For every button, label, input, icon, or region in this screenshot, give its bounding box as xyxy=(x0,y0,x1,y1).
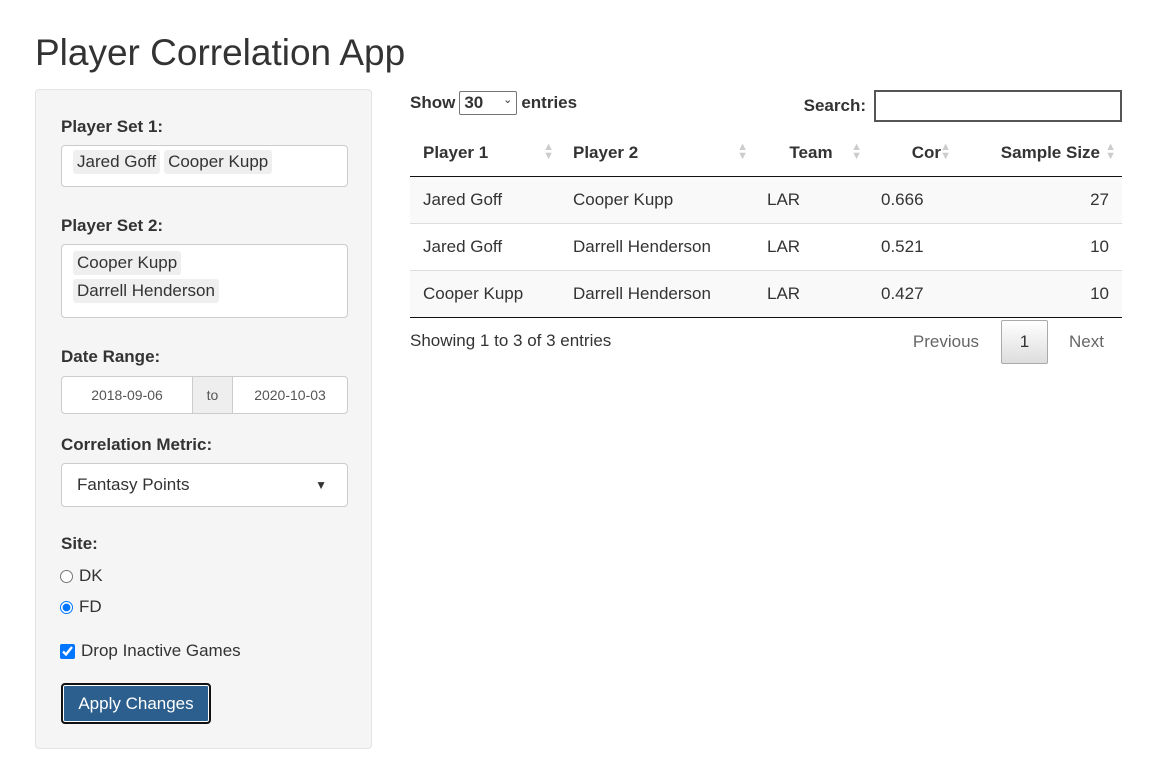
cell-team: LAR xyxy=(754,223,868,271)
search-control: Search: xyxy=(804,90,1122,122)
cell-cor: 0.521 xyxy=(868,223,973,271)
player-set-1-input[interactable]: Jared Goff Cooper Kupp xyxy=(61,145,348,187)
end-date-input[interactable]: 2020-10-03 xyxy=(233,377,347,413)
fd-label: FD xyxy=(79,597,102,616)
pagination: Previous 1 Next xyxy=(913,320,1122,364)
site-option-dk[interactable]: DK xyxy=(60,566,103,586)
cell-sample-size: 10 xyxy=(973,223,1122,271)
sort-icon: ▲ ▼ xyxy=(737,141,748,162)
selected-player[interactable]: Cooper Kupp xyxy=(73,251,182,275)
chevron-down-icon: ⌄ xyxy=(503,94,513,106)
cell-cor: 0.666 xyxy=(868,176,973,224)
player-set-2-input[interactable]: Cooper Kupp Darrell Henderson xyxy=(61,244,348,318)
site-option-fd[interactable]: FD xyxy=(60,597,102,617)
sort-icon: ▲ ▼ xyxy=(1105,141,1116,162)
metric-value: Fantasy Points xyxy=(77,475,190,494)
metric-select[interactable]: Fantasy Points ▼ xyxy=(61,463,348,507)
sidebar-panel: Player Set 1: Jared Goff Cooper Kupp Play… xyxy=(35,89,372,749)
selected-player[interactable]: Jared Goff xyxy=(73,150,161,174)
sort-icon: ▲ ▼ xyxy=(543,141,554,162)
fd-radio[interactable] xyxy=(60,600,73,614)
previous-button[interactable]: Previous xyxy=(913,332,1001,352)
dk-label: DK xyxy=(79,566,103,585)
search-input[interactable] xyxy=(874,90,1122,122)
site-label: Site: xyxy=(61,534,98,553)
cell-player-1: Cooper Kupp xyxy=(410,270,560,318)
cell-team: LAR xyxy=(754,176,868,224)
dk-radio[interactable] xyxy=(60,569,73,583)
cell-player-2: Darrell Henderson xyxy=(560,223,754,271)
show-label: Show xyxy=(410,93,456,112)
player-set-1-label: Player Set 1: xyxy=(61,117,164,136)
drop-inactive-checkbox[interactable] xyxy=(60,643,75,659)
table-info: Showing 1 to 3 of 3 entries xyxy=(410,331,612,350)
cell-cor: 0.427 xyxy=(868,270,973,318)
entries-value: 30 xyxy=(464,93,484,112)
selected-player[interactable]: Darrell Henderson xyxy=(73,279,219,303)
column-header-player-2[interactable]: Player 2 ▲ ▼ xyxy=(560,130,754,177)
metric-label: Correlation Metric: xyxy=(61,435,213,454)
correlation-table: Player 1 ▲ ▼ Player 2 ▲ ▼ Team ▲ ▼ Cor ▲ ▼ Sampl… xyxy=(410,130,1122,318)
cell-player-1: Jared Goff xyxy=(410,223,560,271)
column-header-player-1[interactable]: Player 1 ▲ ▼ xyxy=(410,130,560,177)
entries-label: entries xyxy=(521,93,578,112)
search-label: Search: xyxy=(803,96,866,115)
cell-player-2: Darrell Henderson xyxy=(560,270,754,318)
sort-icon: ▲ ▼ xyxy=(940,141,951,162)
selected-player[interactable]: Cooper Kupp xyxy=(164,150,273,174)
drop-inactive-option[interactable]: Drop Inactive Games xyxy=(60,641,241,661)
date-range-input: 2018-09-06 to 2020-10-03 xyxy=(61,376,348,414)
next-button[interactable]: Next xyxy=(1048,332,1122,352)
start-date-input[interactable]: 2018-09-06 xyxy=(62,377,192,413)
caret-down-icon: ▼ xyxy=(315,478,327,492)
table-row: Jared Goff Cooper Kupp LAR 0.666 27 xyxy=(410,176,1122,224)
cell-team: LAR xyxy=(754,270,868,318)
entries-select[interactable]: 30 ⌄ xyxy=(459,91,518,115)
date-range-label: Date Range: xyxy=(61,347,161,366)
length-control: Show 30 ⌄ entries xyxy=(410,91,577,115)
table-row: Cooper Kupp Darrell Henderson LAR 0.427 10 xyxy=(410,270,1122,318)
player-set-2-label: Player Set 2: xyxy=(61,216,164,235)
sort-icon: ▲ ▼ xyxy=(851,141,862,162)
page-1-button[interactable]: 1 xyxy=(1001,320,1049,364)
column-header-sample-size[interactable]: Sample Size ▲ ▼ xyxy=(973,130,1122,177)
page-title: Player Correlation App xyxy=(35,32,406,73)
drop-inactive-label: Drop Inactive Games xyxy=(81,641,241,660)
column-header-cor[interactable]: Cor ▲ ▼ xyxy=(868,130,973,177)
table-row: Jared Goff Darrell Henderson LAR 0.521 10 xyxy=(410,223,1122,271)
apply-changes-button[interactable]: Apply Changes xyxy=(61,683,211,724)
cell-player-2: Cooper Kupp xyxy=(560,176,754,224)
column-header-team[interactable]: Team ▲ ▼ xyxy=(754,130,868,177)
cell-sample-size: 10 xyxy=(973,270,1122,318)
cell-sample-size: 27 xyxy=(973,176,1122,224)
cell-player-1: Jared Goff xyxy=(410,176,560,224)
date-separator: to xyxy=(192,377,233,413)
